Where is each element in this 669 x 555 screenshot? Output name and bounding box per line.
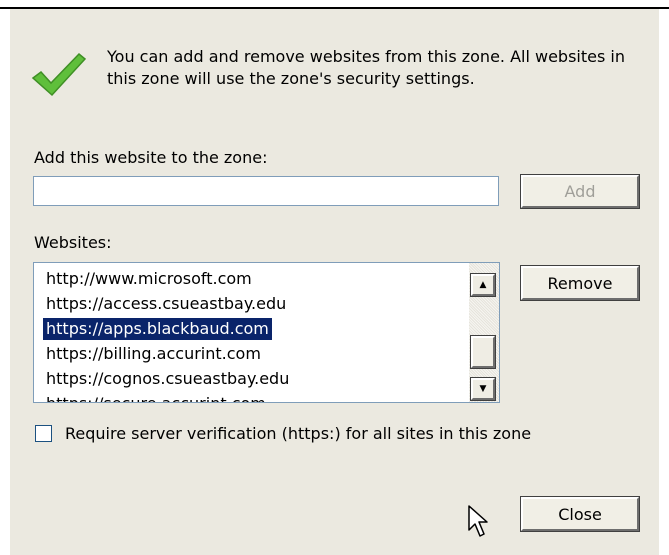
list-item[interactable]: https://access.csueastbay.edu — [43, 293, 289, 315]
websites-listbox[interactable]: http://www.microsoft.com https://access.… — [33, 262, 500, 403]
arrow-up-icon[interactable]: ▲ — [470, 273, 496, 297]
cursor-icon — [468, 505, 488, 537]
add-website-label: Add this website to the zone: — [34, 148, 268, 167]
list-item-selected[interactable]: https://apps.blackbaud.com — [43, 318, 272, 340]
list-item[interactable]: https://cognos.csueastbay.edu — [43, 368, 292, 390]
arrow-down-icon[interactable]: ▼ — [470, 377, 496, 401]
require-verification-checkbox[interactable] — [35, 425, 52, 442]
close-button[interactable]: Close — [520, 496, 640, 532]
list-item[interactable]: https://secure.accurint.com — [43, 393, 269, 402]
add-button[interactable]: Add — [520, 174, 640, 209]
add-website-input[interactable] — [33, 176, 499, 206]
list-item[interactable]: http://www.microsoft.com — [43, 268, 255, 290]
intro-text: You can add and remove websites from thi… — [107, 47, 625, 88]
websites-label: Websites: — [34, 233, 112, 252]
scrollbar-thumb[interactable] — [470, 335, 496, 369]
list-item[interactable]: https://billing.accurint.com — [43, 343, 264, 365]
websites-scrollbar[interactable]: ▲ ▼ — [469, 263, 499, 402]
require-verification-label[interactable]: Require server verification (https:) for… — [65, 424, 531, 443]
check-icon — [31, 52, 87, 97]
remove-button[interactable]: Remove — [520, 265, 640, 301]
